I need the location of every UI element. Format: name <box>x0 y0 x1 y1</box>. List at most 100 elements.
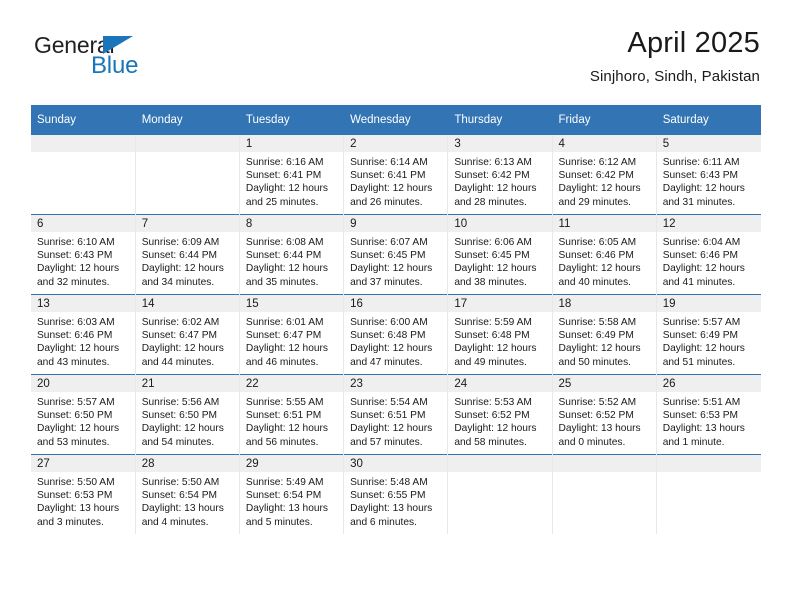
day-number: 25 <box>552 375 656 392</box>
day-number: 24 <box>448 375 552 392</box>
calendar-day-cell[interactable]: 25 Sunrise: 5:52 AM Sunset: 6:52 PM Dayligh… <box>552 374 657 455</box>
daylight-text-line1: Daylight: 12 hours <box>350 263 433 275</box>
sunrise-text: Sunrise: 5:54 AM <box>350 397 428 408</box>
calendar-day-cell[interactable]: 8 Sunrise: 6:08 AM Sunset: 6:44 PM Daylight… <box>239 214 345 295</box>
day-details: Sunrise: 5:53 AM Sunset: 6:52 PM Daylight:… <box>448 392 551 449</box>
calendar-day-cell[interactable]: 6 Sunrise: 6:10 AM Sunset: 6:43 PM Daylight… <box>31 214 136 295</box>
calendar-day-cell[interactable]: 7 Sunrise: 6:09 AM Sunset: 6:44 PM Daylight… <box>135 214 240 295</box>
calendar-day-cell[interactable]: 15 Sunrise: 6:01 AM Sunset: 6:47 PM Dayligh… <box>239 294 345 375</box>
daylight-text-line1: Daylight: 12 hours <box>245 183 329 195</box>
calendar-day-cell[interactable]: 19 Sunrise: 5:57 AM Sunset: 6:49 PM Dayligh… <box>656 294 761 375</box>
daylight-text-line2: and 31 minutes. <box>662 196 736 208</box>
calendar-day-cell[interactable]: 20 Sunrise: 5:57 AM Sunset: 6:50 PM Dayligh… <box>31 374 136 455</box>
weekday-header-friday: Friday <box>552 105 657 135</box>
calendar-day-cell[interactable]: 5 Sunrise: 6:11 AM Sunset: 6:43 PM Daylight… <box>656 134 761 215</box>
daylight-text-line1: Daylight: 12 hours <box>245 263 329 275</box>
day-number: 19 <box>656 295 761 312</box>
sunrise-text: Sunrise: 6:02 AM <box>141 317 220 328</box>
calendar-day-cell[interactable]: 12 Sunrise: 6:04 AM Sunset: 6:46 PM Dayligh… <box>656 214 761 295</box>
sunset-text: Sunset: 6:47 PM <box>141 330 218 342</box>
sunset-text: Sunset: 6:55 PM <box>350 490 426 502</box>
day-details: Sunrise: 6:02 AM Sunset: 6:47 PM Daylight:… <box>136 312 239 369</box>
day-details: Sunrise: 5:54 AM Sunset: 6:51 PM Daylight:… <box>344 392 447 449</box>
calendar-day-cell[interactable]: 10 Sunrise: 6:06 AM Sunset: 6:45 PM Dayligh… <box>447 214 553 295</box>
calendar-day-cell[interactable]: 24 Sunrise: 5:53 AM Sunset: 6:52 PM Dayligh… <box>447 374 553 455</box>
daylight-text-line1: Daylight: 12 hours <box>37 343 120 355</box>
calendar-day-cell[interactable]: 11 Sunrise: 6:05 AM Sunset: 6:46 PM Dayligh… <box>552 214 657 295</box>
calendar-day-cell[interactable]: 27 Sunrise: 5:50 AM Sunset: 6:53 PM Dayligh… <box>31 454 136 534</box>
sunset-text: Sunset: 6:48 PM <box>454 330 530 342</box>
day-details: Sunrise: 6:14 AM Sunset: 6:41 PM Daylight:… <box>344 152 447 209</box>
sunset-text: Sunset: 6:44 PM <box>141 250 218 262</box>
daylight-text-line1: Daylight: 13 hours <box>245 503 329 515</box>
sunrise-text: Sunrise: 6:09 AM <box>141 237 220 248</box>
sunset-text: Sunset: 6:46 PM <box>558 250 634 262</box>
sunrise-text: Sunrise: 5:49 AM <box>245 477 324 488</box>
calendar-day-cell[interactable]: 4 Sunrise: 6:12 AM Sunset: 6:42 PM Daylight… <box>552 134 657 215</box>
day-details: Sunrise: 6:06 AM Sunset: 6:45 PM Daylight:… <box>448 232 551 289</box>
sunset-text: Sunset: 6:43 PM <box>37 250 113 262</box>
weekday-header-monday: Monday <box>135 105 240 135</box>
daylight-text-line2: and 46 minutes. <box>245 356 319 368</box>
daylight-text-line1: Daylight: 13 hours <box>350 503 433 515</box>
calendar-day-cell[interactable]: 17 Sunrise: 5:59 AM Sunset: 6:48 PM Dayligh… <box>447 294 553 375</box>
sunrise-text: Sunrise: 6:01 AM <box>245 317 324 328</box>
sunrise-text: Sunrise: 6:08 AM <box>245 237 324 248</box>
day-details: Sunrise: 6:08 AM Sunset: 6:44 PM Daylight:… <box>240 232 343 289</box>
day-number: 28 <box>135 455 239 472</box>
daylight-text-line2: and 44 minutes. <box>141 356 215 368</box>
calendar-day-cell[interactable]: 9 Sunrise: 6:07 AM Sunset: 6:45 PM Daylight… <box>343 214 449 295</box>
daylight-text-line2: and 38 minutes. <box>454 276 527 288</box>
sunrise-text: Sunrise: 5:51 AM <box>662 397 741 408</box>
sunrise-text: Sunrise: 6:06 AM <box>454 237 532 248</box>
calendar-day-cell[interactable]: 21 Sunrise: 5:56 AM Sunset: 6:50 PM Dayligh… <box>135 374 240 455</box>
calendar-day-cell-empty <box>447 454 553 534</box>
day-details: Sunrise: 5:48 AM Sunset: 6:55 PM Daylight:… <box>344 472 447 529</box>
day-details: Sunrise: 5:50 AM Sunset: 6:53 PM Daylight:… <box>31 472 135 529</box>
daylight-text-line2: and 29 minutes. <box>558 196 632 208</box>
sunrise-text: Sunrise: 6:14 AM <box>350 157 428 168</box>
sunset-text: Sunset: 6:52 PM <box>454 410 530 422</box>
calendar-day-cell[interactable]: 26 Sunrise: 5:51 AM Sunset: 6:53 PM Dayligh… <box>656 374 761 455</box>
day-details <box>136 152 239 156</box>
calendar-day-cell[interactable]: 13 Sunrise: 6:03 AM Sunset: 6:46 PM Dayligh… <box>31 294 136 375</box>
calendar-day-cell[interactable]: 16 Sunrise: 6:00 AM Sunset: 6:48 PM Dayligh… <box>343 294 449 375</box>
sunset-text: Sunset: 6:54 PM <box>141 490 218 502</box>
day-details: Sunrise: 6:01 AM Sunset: 6:47 PM Daylight:… <box>240 312 343 369</box>
day-details: Sunrise: 5:52 AM Sunset: 6:52 PM Daylight:… <box>553 392 656 449</box>
sunrise-text: Sunrise: 5:50 AM <box>37 477 115 488</box>
day-number: 9 <box>344 215 448 232</box>
daylight-text-line2: and 26 minutes. <box>350 196 423 208</box>
day-details: Sunrise: 6:12 AM Sunset: 6:42 PM Daylight:… <box>553 152 656 209</box>
calendar-day-cell[interactable]: 28 Sunrise: 5:50 AM Sunset: 6:54 PM Dayligh… <box>135 454 240 534</box>
calendar-day-cell[interactable]: 1 Sunrise: 6:16 AM Sunset: 6:41 PM Daylight… <box>239 134 345 215</box>
calendar-week-row: 6 Sunrise: 6:10 AM Sunset: 6:43 PM Daylight… <box>31 214 761 295</box>
sunset-text: Sunset: 6:48 PM <box>350 330 426 342</box>
daylight-text-line1: Daylight: 12 hours <box>245 343 329 355</box>
sunset-text: Sunset: 6:50 PM <box>37 410 113 422</box>
calendar-day-cell[interactable]: 2 Sunrise: 6:14 AM Sunset: 6:41 PM Daylight… <box>343 134 449 215</box>
day-details: Sunrise: 6:11 AM Sunset: 6:43 PM Daylight:… <box>657 152 761 209</box>
calendar-day-cell[interactable]: 23 Sunrise: 5:54 AM Sunset: 6:51 PM Dayligh… <box>343 374 449 455</box>
sunrise-text: Sunrise: 6:05 AM <box>558 237 637 248</box>
weekday-header-thursday: Thursday <box>447 105 553 135</box>
calendar-day-cell[interactable]: 22 Sunrise: 5:55 AM Sunset: 6:51 PM Dayligh… <box>239 374 345 455</box>
calendar-day-cell[interactable]: 3 Sunrise: 6:13 AM Sunset: 6:42 PM Daylight… <box>447 134 553 215</box>
weekday-header-wednesday: Wednesday <box>343 105 449 135</box>
sunset-text: Sunset: 6:54 PM <box>245 490 322 502</box>
daylight-text-line1: Daylight: 12 hours <box>454 423 537 435</box>
daylight-text-line2: and 47 minutes. <box>350 356 423 368</box>
calendar-day-cell[interactable]: 14 Sunrise: 6:02 AM Sunset: 6:47 PM Dayligh… <box>135 294 240 375</box>
calendar-day-cell[interactable]: 30 Sunrise: 5:48 AM Sunset: 6:55 PM Dayligh… <box>343 454 449 534</box>
calendar-week-row: 20 Sunrise: 5:57 AM Sunset: 6:50 PM Dayligh… <box>31 374 761 455</box>
calendar-day-cell[interactable]: 18 Sunrise: 5:58 AM Sunset: 6:49 PM Dayligh… <box>552 294 657 375</box>
day-details: Sunrise: 5:59 AM Sunset: 6:48 PM Daylight:… <box>448 312 551 369</box>
day-details <box>553 472 656 476</box>
daylight-text-line1: Daylight: 13 hours <box>37 503 120 515</box>
daylight-text-line2: and 53 minutes. <box>37 436 110 448</box>
title-block: April 2025 Sinjhoro, Sindh, Pakistan <box>590 26 760 88</box>
calendar-day-cell[interactable]: 29 Sunrise: 5:49 AM Sunset: 6:54 PM Dayligh… <box>239 454 345 534</box>
daylight-text-line1: Daylight: 12 hours <box>662 183 745 195</box>
general-blue-logo[interactable]: General Blue <box>34 32 234 84</box>
daylight-text-line2: and 49 minutes. <box>454 356 527 368</box>
